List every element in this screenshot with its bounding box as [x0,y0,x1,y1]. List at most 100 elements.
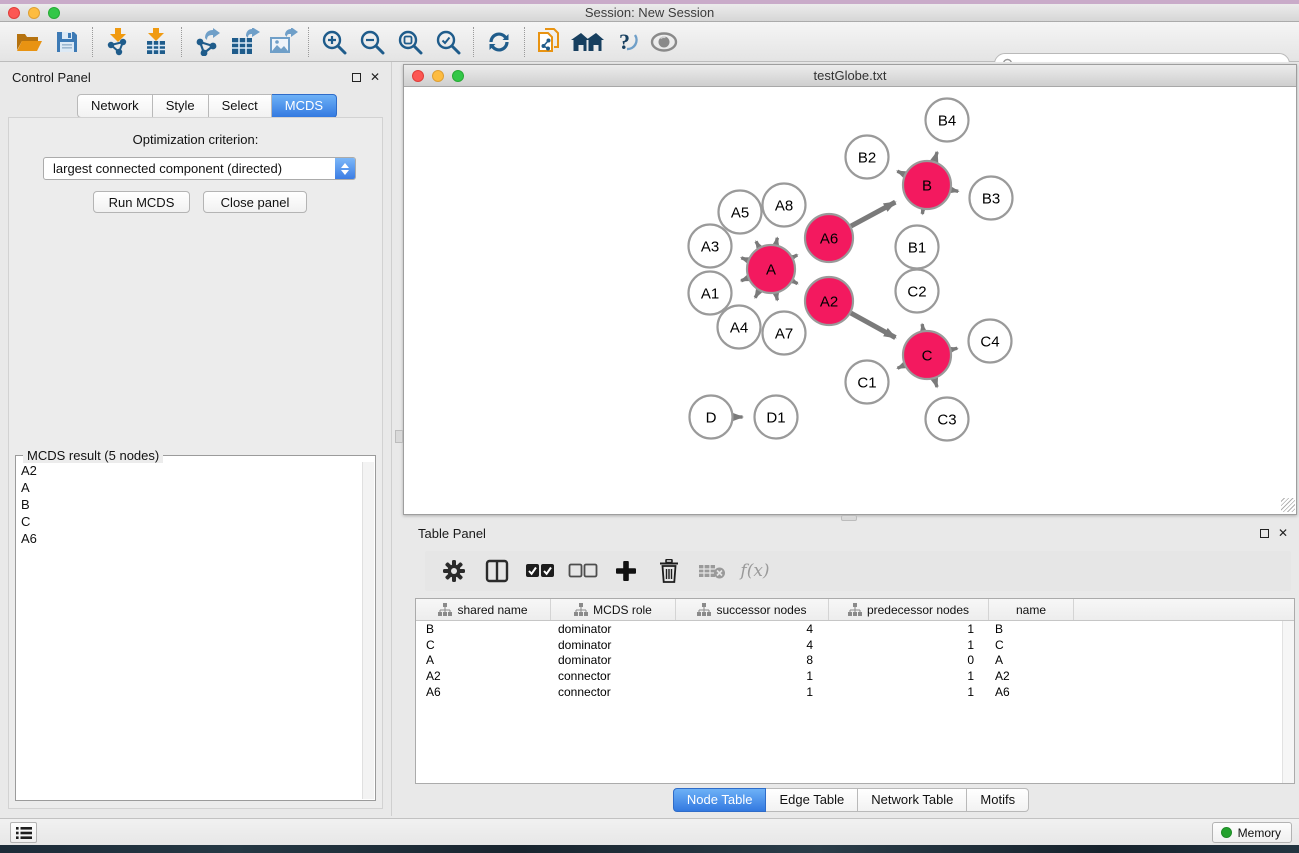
table-tab-network-table[interactable]: Network Table [858,788,967,812]
add-column-button[interactable] [609,555,643,587]
column-header-name[interactable]: name [989,599,1074,620]
column-header-successor-nodes[interactable]: successor nodes [676,599,829,620]
svg-text:A1: A1 [701,285,719,302]
result-item-a2[interactable]: A2 [17,462,362,479]
node-D1[interactable]: D1 [755,396,798,439]
zoom-in-icon [321,29,347,55]
tab-network[interactable]: Network [77,94,153,118]
zoom-out-button[interactable] [353,25,391,59]
svg-text:B3: B3 [982,190,1000,207]
trash-icon [658,559,680,583]
node-B4[interactable]: B4 [926,99,969,142]
node-A6[interactable]: A6 [805,214,853,262]
node-C[interactable]: C [903,331,951,379]
tab-mcds[interactable]: MCDS [272,94,337,118]
node-C4[interactable]: C4 [969,320,1012,363]
result-item-a6[interactable]: A6 [17,530,362,547]
node-B1[interactable]: B1 [896,226,939,269]
zoom-selected-button[interactable] [429,25,467,59]
table-row-a[interactable]: Adominator80A [416,653,1294,669]
edge-A-A7 [776,293,777,300]
function-builder-button[interactable]: f(x) [738,555,772,587]
node-A1[interactable]: A1 [689,272,732,315]
export-table-button[interactable] [226,25,264,59]
tab-style[interactable]: Style [153,94,209,118]
delete-table-button[interactable] [695,555,729,587]
table-tab-motifs[interactable]: Motifs [967,788,1029,812]
column-label: successor nodes [716,603,806,617]
close-panel-icon[interactable]: ✕ [368,70,382,84]
mcds-panel: Optimization criterion: largest connecte… [8,117,383,809]
close-table-panel-icon[interactable]: ✕ [1276,526,1290,540]
select-all-button[interactable] [523,555,557,587]
edge-A-A8 [776,238,777,245]
deselect-all-button[interactable] [566,555,600,587]
table-row-a6[interactable]: A6connector11A6 [416,684,1294,700]
show-hide-panels-button[interactable] [645,25,683,59]
table-settings-button[interactable] [437,555,471,587]
table-row-a2[interactable]: A2connector11A2 [416,668,1294,684]
table-row-c[interactable]: Cdominator41C [416,637,1294,653]
open-session-button[interactable] [10,25,48,59]
result-scrollbar[interactable] [362,462,374,799]
node-A8[interactable]: A8 [763,184,806,227]
node-A3[interactable]: A3 [689,225,732,268]
close-panel-button[interactable]: Close panel [203,191,307,213]
criterion-select[interactable]: largest connected component (directed) [43,157,356,180]
column-header-predecessor-nodes[interactable]: predecessor nodes [829,599,989,620]
result-item-b[interactable]: B [17,496,362,513]
memory-label: Memory [1238,826,1281,840]
table-panel-header: Table Panel ✕ [403,524,1299,544]
task-history-button[interactable] [10,822,37,843]
table-tab-edge-table[interactable]: Edge Table [766,788,858,812]
result-item-a[interactable]: A [17,479,362,496]
node-C2[interactable]: C2 [896,270,939,313]
table-scrollbar[interactable] [1282,621,1294,783]
split-panel-button[interactable] [480,555,514,587]
float-table-panel-icon[interactable] [1257,526,1271,540]
node-A7[interactable]: A7 [763,312,806,355]
vertical-splitter-handle[interactable] [395,430,403,443]
new-network-from-selection-button[interactable] [531,25,569,59]
node-C1[interactable]: C1 [846,361,889,404]
zoom-in-button[interactable] [315,25,353,59]
edge-B-B4 [934,152,937,161]
float-panel-icon[interactable] [349,70,363,84]
export-network-button[interactable] [188,25,226,59]
node-A4[interactable]: A4 [718,306,761,349]
node-A[interactable]: A [747,245,795,293]
node-A2[interactable]: A2 [805,277,853,325]
zoom-fit-button[interactable] [391,25,429,59]
export-image-icon [268,28,298,56]
node-B[interactable]: B [903,161,951,209]
result-item-c[interactable]: C [17,513,362,530]
table-row-b[interactable]: Bdominator41B [416,621,1294,637]
refresh-button[interactable] [480,25,518,59]
save-session-button[interactable] [48,25,86,59]
plus-icon [615,560,637,582]
node-B2[interactable]: B2 [846,136,889,179]
column-header-shared-name[interactable]: shared name [416,599,551,620]
node-A5[interactable]: A5 [719,191,762,234]
memory-button[interactable]: Memory [1212,822,1292,843]
network-canvas[interactable]: B4 B2 B B3 A5A8A6 A3 A B1 A1 C2 A4 A7 A2 C4 C C1 C3 D D1 [404,87,1296,513]
svg-text:A7: A7 [775,325,793,342]
help-button[interactable]: ? [607,25,645,59]
export-image-button[interactable] [264,25,302,59]
node-C3[interactable]: C3 [926,398,969,441]
edge-C-C1 [898,365,905,368]
edge-C-C3 [934,379,937,387]
tab-select[interactable]: Select [209,94,272,118]
column-header-MCDS-role[interactable]: MCDS role [551,599,676,620]
node-B3[interactable]: B3 [970,177,1013,220]
import-table-button[interactable] [137,25,175,59]
delete-column-button[interactable] [652,555,686,587]
table-tab-node-table[interactable]: Node Table [673,788,767,812]
svg-text:?: ? [619,29,630,54]
cybrowser-home-button[interactable] [569,25,607,59]
window-resize-grip[interactable] [1281,498,1295,512]
svg-text:B2: B2 [858,149,876,166]
import-network-button[interactable] [99,25,137,59]
node-D[interactable]: D [690,396,733,439]
run-mcds-button[interactable]: Run MCDS [93,191,190,213]
